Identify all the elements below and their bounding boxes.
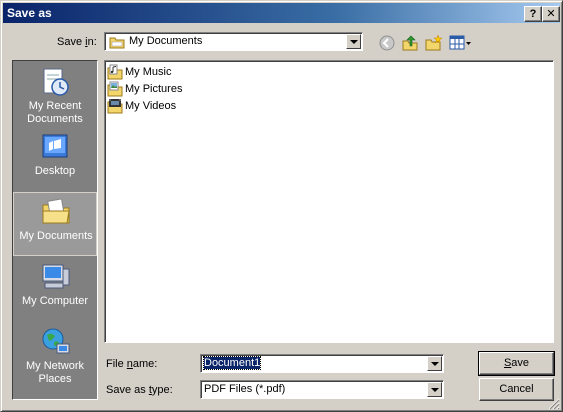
my-computer-icon [42, 264, 70, 289]
place-label-2: Places [38, 373, 72, 385]
place-label: My Documents [19, 230, 93, 242]
place-my-recent-documents[interactable]: My Recent Documents [13, 63, 97, 127]
chevron-down-icon[interactable] [427, 356, 442, 371]
chevron-down-icon[interactable] [346, 34, 361, 49]
folder-icon [109, 37, 125, 49]
my-documents-icon [42, 198, 70, 224]
save-in-dropdown[interactable]: My Documents [104, 32, 363, 51]
up-folder-icon[interactable] [401, 34, 419, 52]
cancel-button[interactable]: Cancel [479, 378, 554, 401]
place-label: My Recent [28, 100, 82, 112]
help-button[interactable]: ? [524, 6, 542, 22]
save-in-label: Save in: [57, 36, 97, 48]
place-desktop[interactable]: Desktop [13, 128, 97, 192]
place-my-documents[interactable]: My Documents [13, 192, 97, 256]
save-as-type-value: PDF Files (*.pdf) [204, 383, 286, 395]
title-bar[interactable]: Save as ? ✕ [3, 3, 560, 23]
network-places-icon [42, 328, 70, 354]
save-as-type-label: Save as type: [106, 384, 173, 396]
place-label: My Network [25, 360, 85, 372]
place-my-computer[interactable]: My Computer [13, 258, 97, 322]
place-label: Desktop [34, 165, 76, 177]
save-as-type-dropdown[interactable]: PDF Files (*.pdf) [200, 380, 444, 399]
resize-grip[interactable] [547, 397, 560, 410]
pictures-folder-icon [107, 81, 123, 97]
window-title: Save as [7, 6, 52, 20]
place-my-network-places[interactable]: My Network Places [13, 323, 97, 387]
file-name: My Pictures [125, 83, 183, 95]
chevron-down-icon[interactable] [427, 382, 442, 397]
music-folder-icon [107, 64, 123, 80]
recent-documents-icon [43, 68, 69, 96]
place-label: My Computer [21, 295, 89, 307]
videos-folder-icon [107, 99, 123, 114]
file-name-field[interactable]: Document1 [200, 354, 444, 373]
file-list[interactable]: My Music My Pictures My Videos [104, 60, 554, 343]
save-as-dialog: Save as ? ✕ Save in: My Documents My Rec… [0, 0, 563, 412]
file-name: My Music [125, 66, 172, 78]
file-name-label: File name: [106, 358, 158, 370]
back-icon[interactable] [378, 34, 396, 52]
place-label-2: Documents [27, 113, 83, 125]
new-folder-icon[interactable] [425, 34, 443, 52]
views-menu-icon[interactable] [449, 34, 473, 52]
file-name-value[interactable]: Document1 [202, 356, 262, 370]
close-button[interactable]: ✕ [542, 6, 560, 22]
save-in-value: My Documents [129, 35, 203, 47]
save-button[interactable]: Save [478, 351, 555, 376]
desktop-icon [42, 134, 68, 158]
places-bar: My RecentDocuments Desktop My Documents [12, 60, 98, 400]
file-name: My Videos [125, 100, 177, 112]
